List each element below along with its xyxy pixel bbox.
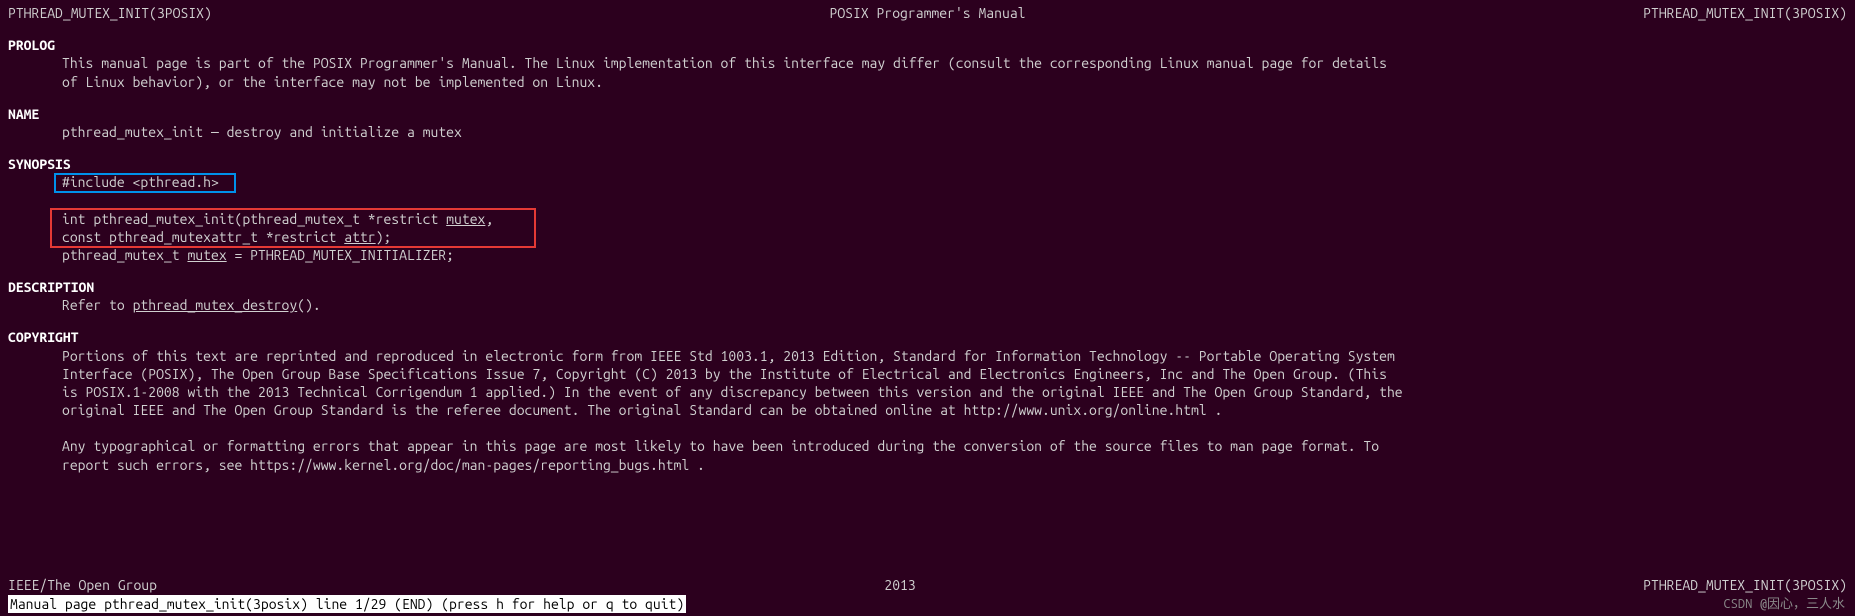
desc-suffix: (). [297, 297, 321, 313]
watermark-text: CSDN @因心，三人水 [1723, 596, 1845, 613]
man-page-footer: IEEE/The Open Group 2013 PTHREAD_MUTEX_I… [8, 576, 1847, 594]
synopsis-func-line2: const pthread_mutexattr_t *restrict attr… [62, 228, 1847, 246]
header-center: POSIX Programmer's Manual [830, 4, 1026, 22]
prolog-text-line2: of Linux behavior), or the interface may… [62, 73, 1847, 91]
func-suffix: ); [376, 229, 392, 245]
footer-right: PTHREAD_MUTEX_INIT(3POSIX) [1643, 576, 1847, 594]
man-page-header: PTHREAD_MUTEX_INIT(3POSIX) POSIX Program… [8, 4, 1847, 22]
func-arg-attr: attr [344, 229, 375, 245]
func-suffix: , [485, 211, 493, 227]
copyright-p1-l3: is POSIX.1-2008 with the 2013 Technical … [62, 383, 1847, 401]
section-heading-name: NAME [8, 105, 1847, 123]
func-prefix: const pthread_mutexattr_t *restrict [62, 229, 344, 245]
init-suffix: = PTHREAD_MUTEX_INITIALIZER; [227, 247, 454, 263]
copyright-p1-l4: original IEEE and The Open Group Standar… [62, 401, 1847, 419]
desc-prefix: Refer to [62, 297, 133, 313]
copyright-p1-l2: Interface (POSIX), The Open Group Base S… [62, 365, 1847, 383]
footer-left: IEEE/The Open Group [8, 576, 157, 594]
name-text: pthread_mutex_init — destroy and initial… [62, 123, 1847, 141]
desc-link: pthread_mutex_destroy [133, 297, 298, 313]
description-text: Refer to pthread_mutex_destroy(). [62, 296, 1847, 314]
blank-line [8, 192, 1847, 210]
section-heading-copyright: COPYRIGHT [8, 328, 1847, 346]
copyright-p2-l1: Any typographical or formatting errors t… [62, 437, 1847, 455]
copyright-p2-l2: report such errors, see https://www.kern… [62, 456, 1847, 474]
header-right: PTHREAD_MUTEX_INIT(3POSIX) [1643, 4, 1847, 22]
synopsis-include: #include <pthread.h> [62, 173, 1847, 191]
init-prefix: pthread_mutex_t [62, 247, 187, 263]
section-heading-synopsis: SYNOPSIS [8, 155, 1847, 173]
section-heading-description: DESCRIPTION [8, 278, 1847, 296]
init-arg-mutex: mutex [187, 247, 226, 263]
blank-line [8, 419, 1847, 437]
copyright-p1-l1: Portions of this text are reprinted and … [62, 347, 1847, 365]
footer-center: 2013 [884, 576, 915, 594]
pager-status-bar[interactable]: Manual page pthread_mutex_init(3posix) l… [8, 595, 686, 613]
prolog-text-line1: This manual page is part of the POSIX Pr… [62, 54, 1847, 72]
synopsis-initializer: pthread_mutex_t mutex = PTHREAD_MUTEX_IN… [62, 246, 1847, 264]
section-heading-prolog: PROLOG [8, 36, 1847, 54]
func-arg-mutex: mutex [446, 211, 485, 227]
synopsis-func-line1: int pthread_mutex_init(pthread_mutex_t *… [62, 210, 1847, 228]
header-left: PTHREAD_MUTEX_INIT(3POSIX) [8, 4, 212, 22]
func-prefix: int pthread_mutex_init(pthread_mutex_t *… [62, 211, 446, 227]
